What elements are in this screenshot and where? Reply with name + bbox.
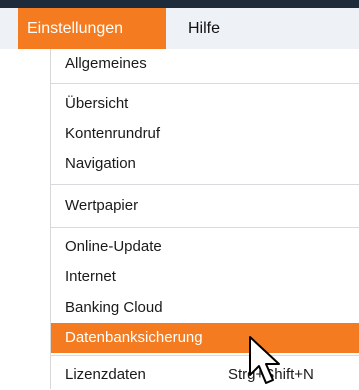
menu-item-label: Banking Cloud: [65, 299, 163, 316]
menu-item-lizenzdaten[interactable]: Lizenzdaten Strg+Shift+N: [51, 360, 359, 390]
menu-hilfe[interactable]: Hilfe: [188, 8, 220, 49]
menu-item-label: Übersicht: [65, 95, 129, 112]
menu-item-online-update[interactable]: Online-Update: [51, 232, 359, 262]
menu-separator: [51, 184, 359, 185]
menu-item-banking-cloud[interactable]: Banking Cloud: [51, 293, 359, 323]
menu-item-label: Internet: [65, 268, 116, 285]
menu-item-label: Kontenrundruf: [65, 125, 161, 142]
menu-item-wertpapier[interactable]: Wertpapier: [51, 191, 359, 221]
menu-separator: [51, 83, 359, 84]
menu-einstellungen[interactable]: Einstellungen: [18, 8, 166, 49]
settings-dropdown-menu: Allgemeines Übersicht Kontenrundruf Navi…: [50, 49, 359, 389]
menu-gutter: [0, 49, 50, 389]
menu-separator: [51, 227, 359, 228]
menu-item-label: Lizenzdaten: [65, 366, 146, 383]
menu-item-datenbanksicherung[interactable]: Datenbanksicherung: [51, 323, 359, 353]
menu-item-label: Navigation: [65, 155, 136, 172]
menu-item-kontenrundruf[interactable]: Kontenrundruf: [51, 119, 359, 149]
menu-item-label: Allgemeines: [65, 55, 147, 72]
menu-item-allgemeines[interactable]: Allgemeines: [51, 49, 359, 79]
menu-item-navigation[interactable]: Navigation: [51, 149, 359, 179]
menu-item-internet[interactable]: Internet: [51, 262, 359, 292]
menu-item-label: Online-Update: [65, 238, 162, 255]
menu-item-label: Datenbanksicherung: [65, 329, 203, 346]
menu-item-uebersicht[interactable]: Übersicht: [51, 89, 359, 119]
mouse-pointer-icon: [249, 336, 280, 384]
window-top-strip: [0, 0, 359, 8]
menu-bar: Einstellungen Hilfe: [0, 8, 359, 49]
menu-separator: [51, 355, 359, 356]
menu-item-label: Wertpapier: [65, 197, 139, 214]
